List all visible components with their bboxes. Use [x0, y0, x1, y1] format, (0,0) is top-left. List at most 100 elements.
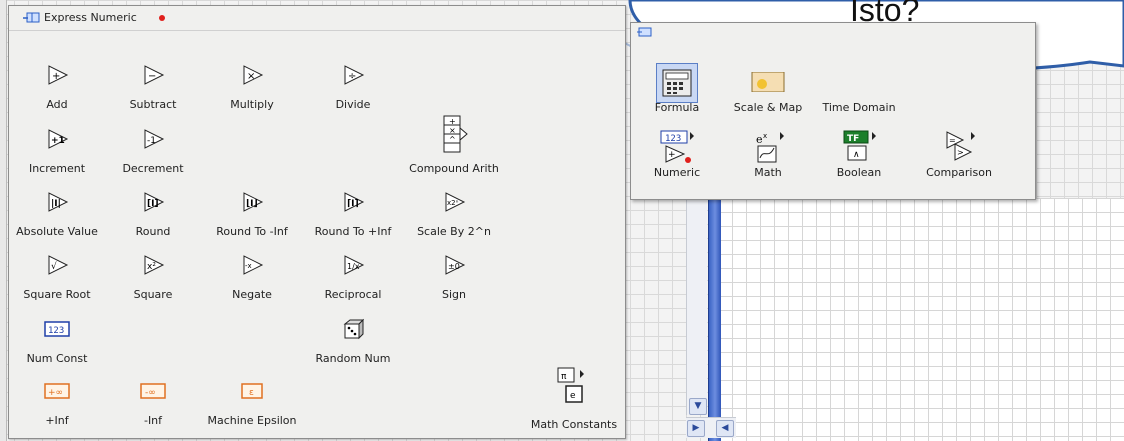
svg-text:1/x: 1/x: [347, 262, 360, 271]
formula-calculator-icon: [656, 63, 698, 103]
vertical-scrollbar[interactable]: ▼: [686, 200, 707, 415]
block-diagram-area[interactable]: [718, 198, 1124, 441]
palette-item-label: Divide: [335, 98, 371, 111]
scroll-left-button[interactable]: ◀: [716, 420, 734, 437]
palette-item-label: Multiply: [230, 98, 274, 111]
svg-text:+: +: [668, 150, 676, 160]
svg-text:e: e: [756, 133, 763, 146]
svg-text:-x: -x: [245, 262, 252, 270]
svg-text:√: √: [51, 261, 57, 272]
palette-item-absolute-value[interactable]: |I| Absolute Value: [9, 189, 105, 245]
svg-text:123: 123: [665, 134, 681, 144]
horizontal-scrollbar[interactable]: ▶ ◀: [686, 417, 736, 438]
palette-item-multiply[interactable]: × Multiply: [204, 62, 300, 118]
palette-item-label: Math Constants: [530, 418, 618, 431]
svg-text:x²: x²: [147, 262, 156, 272]
square-icon: x²: [140, 252, 166, 278]
palette-item-neg-inf[interactable]: -∞ -Inf: [105, 378, 201, 434]
palette-item-reciprocal[interactable]: 1/x Reciprocal: [305, 252, 401, 308]
palette-item-label: Round To +Inf: [314, 225, 392, 238]
palette-item-square-root[interactable]: √ Square Root: [9, 252, 105, 308]
svg-text:−: −: [148, 71, 156, 82]
palette-item-divide[interactable]: ÷ Divide: [305, 62, 401, 118]
math-constants-icon: πe: [556, 366, 592, 406]
palette-item-decrement[interactable]: -1 Decrement: [105, 126, 201, 182]
palette-item-scale-by-2n[interactable]: x2ⁿ Scale By 2^n: [406, 189, 502, 245]
pin-icon[interactable]: [637, 26, 653, 38]
palette-item-label: Absolute Value: [16, 225, 98, 238]
random-number-dice-icon: [340, 316, 366, 342]
math-icon: ex: [748, 128, 788, 166]
palette-item-round[interactable]: [I] Round: [105, 189, 201, 245]
palette-item-label: Random Num: [315, 352, 391, 365]
svg-text:[I]: [I]: [147, 199, 159, 209]
negative-infinity-icon: -∞: [140, 378, 166, 404]
palette-item-sign[interactable]: ±0 Sign: [406, 252, 502, 308]
palette-item-label: Numeric: [653, 166, 701, 179]
palette-item-math-constants[interactable]: πe Math Constants: [524, 366, 624, 436]
palette-item-round-to-neg-inf[interactable]: ⌊I⌋ Round To -Inf: [204, 189, 300, 245]
negate-icon: -x: [239, 252, 265, 278]
svg-text:÷: ÷: [348, 71, 356, 82]
palette-item-label: Round: [135, 225, 171, 238]
palette-item-time-domain[interactable]: Time Domain: [814, 63, 904, 119]
palette-item-label: Formula: [654, 101, 700, 114]
palette-item-label: Square: [133, 288, 173, 301]
palette-item-negate[interactable]: -x Negate: [204, 252, 300, 308]
compound-arith-icon: + × ^: [439, 114, 469, 154]
palette-item-label: Add: [46, 98, 68, 111]
palette-item-label: Decrement: [122, 162, 184, 175]
palette-item-subtract[interactable]: − Subtract: [105, 62, 201, 118]
palette-item-label: +Inf: [45, 414, 69, 427]
scroll-down-button[interactable]: ▼: [689, 398, 707, 415]
comparison-icon: = >: [939, 128, 979, 166]
scale-by-power-of-2-icon: x2ⁿ: [441, 189, 467, 215]
palette-item-compound-arith[interactable]: + × ^ Compound Arith: [406, 114, 502, 182]
reciprocal-icon: 1/x: [340, 252, 366, 278]
svg-text:123: 123: [48, 326, 64, 336]
palette-item-label: Math: [754, 166, 782, 179]
palette-item-machine-epsilon[interactable]: ε Machine Epsilon: [204, 378, 300, 434]
decrement-icon: -1: [140, 126, 166, 152]
palette-item-random-num[interactable]: Random Num: [305, 316, 401, 372]
palette-item-boolean[interactable]: TF ∧ Boolean: [814, 128, 904, 184]
palette-item-label: Time Domain: [822, 101, 896, 114]
svg-text:x: x: [763, 132, 767, 140]
scroll-right-button[interactable]: ▶: [687, 420, 705, 437]
pin-icon[interactable]: [23, 11, 41, 25]
palette-item-math[interactable]: ex Math: [723, 128, 813, 184]
palette-item-comparison[interactable]: = > Comparison: [914, 128, 1004, 184]
palette-item-add[interactable]: + Add: [9, 62, 105, 118]
round-to-pos-inf-icon: ⌈I⌉: [340, 189, 366, 215]
palette-item-square[interactable]: x² Square: [105, 252, 201, 308]
svg-text:ε: ε: [249, 388, 254, 398]
window-left-edge: [0, 0, 7, 441]
svg-text:∧: ∧: [853, 150, 860, 160]
palette-item-numeric[interactable]: 123 + Numeric: [632, 128, 722, 184]
palette-item-round-to-pos-inf[interactable]: ⌈I⌉ Round To +Inf: [305, 189, 401, 245]
palette-item-num-const[interactable]: 123 Num Const: [9, 316, 105, 372]
programming-palette: Formula Scale & Map Time Domain 123 + Nu…: [630, 22, 1036, 200]
sub-palette-title-bar: [631, 23, 1035, 41]
palette-item-scale-map[interactable]: Scale & Map: [723, 63, 813, 119]
absolute-value-icon: |I|: [44, 189, 70, 215]
palette-item-label: -Inf: [143, 414, 163, 427]
scale-map-icon: [748, 63, 788, 101]
palette-item-label: Sign: [442, 288, 466, 301]
subtract-icon: −: [140, 62, 166, 88]
palette-item-increment[interactable]: +1 Increment: [9, 126, 105, 182]
palette-item-label: Num Const: [26, 352, 88, 365]
palette-item-label: Square Root: [23, 288, 91, 301]
palette-item-formula[interactable]: Formula: [632, 63, 722, 119]
palette-item-pos-inf[interactable]: +∞ +Inf: [9, 378, 105, 434]
status-dot-icon: [159, 15, 165, 21]
palette-item-label: Scale & Map: [733, 101, 803, 114]
svg-text:+∞: +∞: [48, 388, 63, 398]
time-domain-icon: [839, 63, 879, 101]
svg-text:×: ×: [449, 126, 456, 135]
diagram-splitter[interactable]: [708, 200, 721, 441]
boolean-icon: TF ∧: [839, 128, 879, 166]
svg-text:+: +: [52, 71, 60, 82]
svg-text:+1: +1: [51, 136, 65, 146]
svg-text:|I|: |I|: [51, 199, 61, 209]
